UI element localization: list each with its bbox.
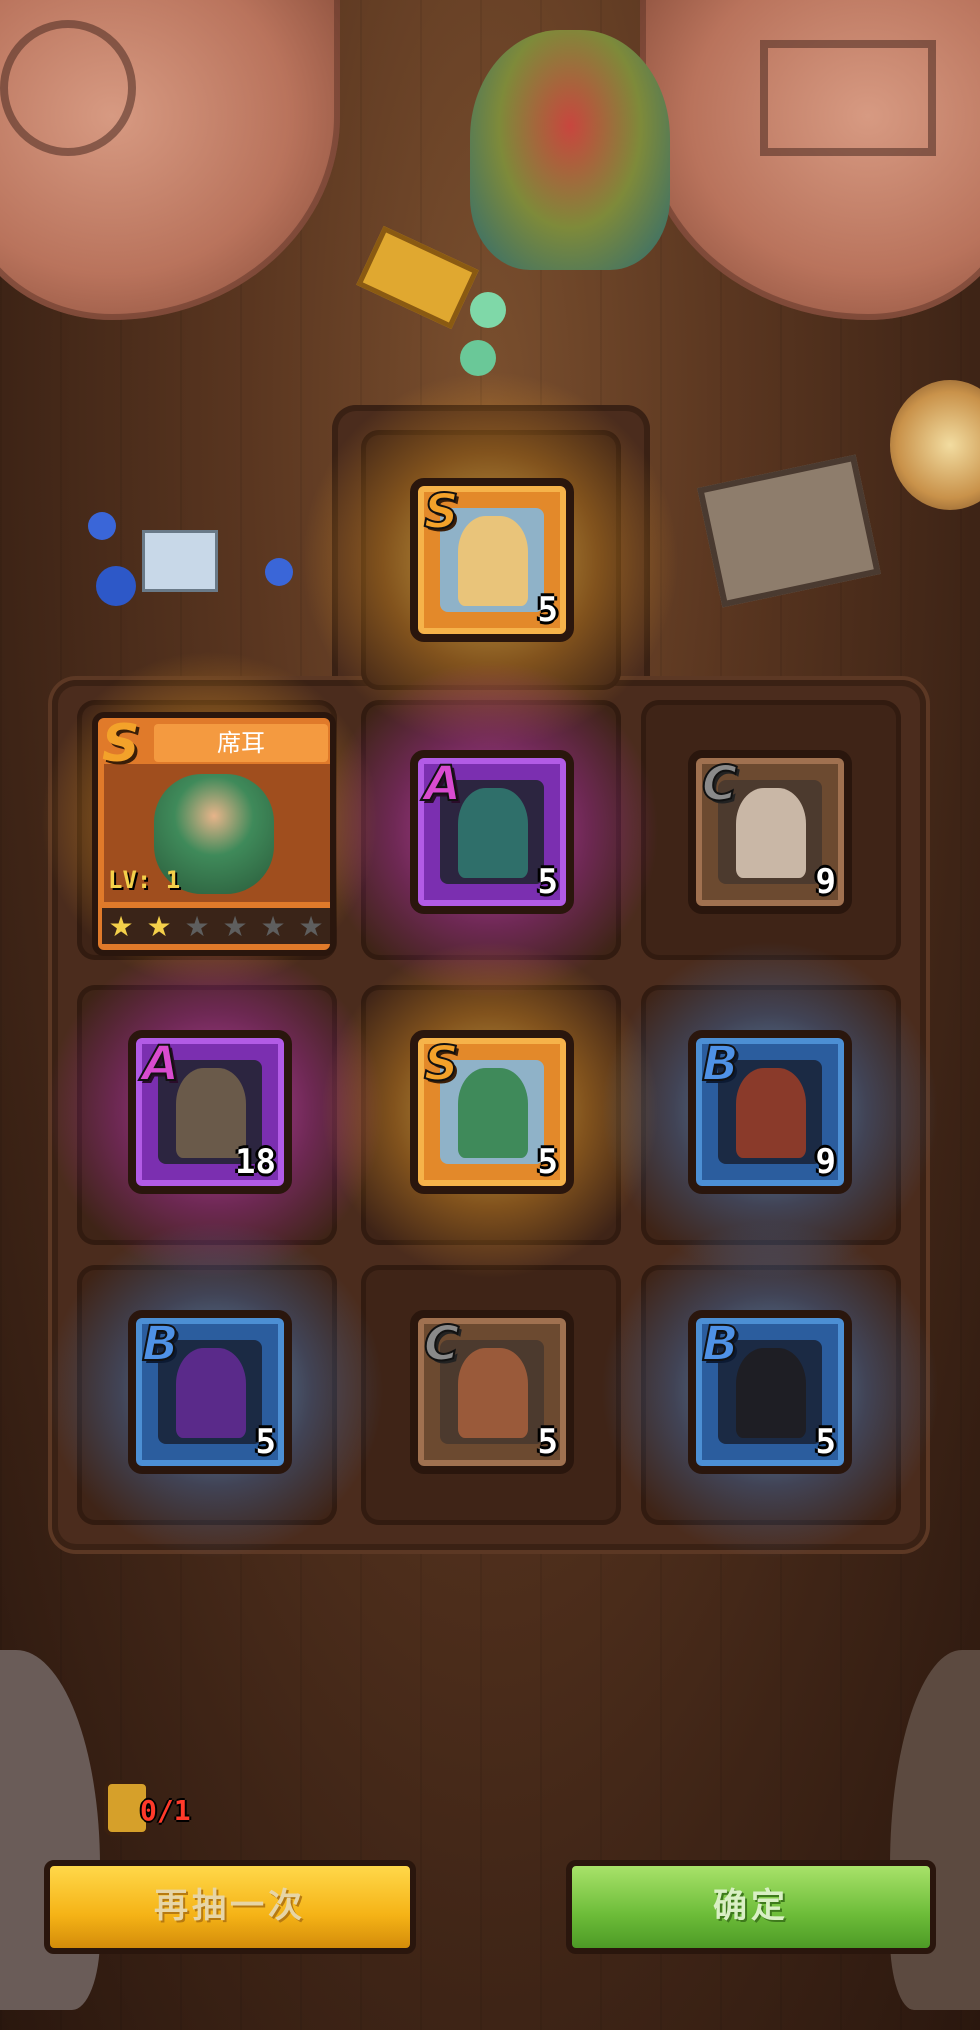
star-filled-icon: ★ — [108, 909, 134, 943]
hero-card-row1-right[interactable]: C 9 — [688, 750, 852, 914]
confirm-button[interactable]: 确定 — [566, 1860, 936, 1954]
tattoo-pattern — [760, 40, 936, 156]
hero-figure — [736, 788, 806, 878]
rank-letter: B — [701, 1036, 740, 1092]
hero-count: 5 — [815, 1422, 836, 1462]
hero-figure — [458, 1068, 528, 1158]
hero-card-row2-right[interactable]: B 9 — [688, 1030, 852, 1194]
hero-count: 5 — [537, 1422, 558, 1462]
rank-letter: C — [701, 756, 738, 812]
hero-card-top[interactable]: S 5 — [410, 478, 574, 642]
silver-ore-icon — [142, 530, 218, 592]
star-empty-icon: ★ — [298, 909, 324, 943]
hero-figure — [736, 1068, 806, 1158]
star-rating: ★ ★ ★ ★ ★ ★ — [102, 908, 330, 944]
rank-letter: A — [423, 756, 462, 812]
blue-gem-icon — [265, 558, 293, 586]
hero-card-row2-mid[interactable]: S 5 — [410, 1030, 574, 1194]
hero-count: 5 — [255, 1422, 276, 1462]
summon-again-button[interactable]: 再抽一次 — [44, 1860, 416, 1954]
hero-figure — [736, 1348, 806, 1438]
rank-letter: S — [102, 714, 140, 774]
hero-card-row1-mid[interactable]: A 5 — [410, 750, 574, 914]
rank-letter: S — [423, 484, 460, 540]
blue-gem-icon — [88, 512, 116, 540]
hero-card-row3-mid[interactable]: C 5 — [410, 1310, 574, 1474]
hero-count: 5 — [537, 590, 558, 630]
rank-letter: C — [423, 1316, 460, 1372]
parrot-icon — [470, 30, 670, 270]
blue-gem-icon — [96, 566, 136, 606]
hero-count: 9 — [815, 862, 836, 902]
hero-count: 5 — [537, 1142, 558, 1182]
hero-card-row3-right[interactable]: B 5 — [688, 1310, 852, 1474]
hero-count: 9 — [815, 1142, 836, 1182]
green-gem-icon — [460, 340, 496, 376]
star-empty-icon: ★ — [260, 909, 286, 943]
green-gem-icon — [470, 292, 506, 328]
hero-count: 18 — [235, 1142, 276, 1182]
hero-level: LV: 1 — [108, 866, 181, 894]
hero-card-row2-left[interactable]: A 18 — [128, 1030, 292, 1194]
star-empty-icon: ★ — [222, 909, 248, 943]
rank-letter: S — [423, 1036, 460, 1092]
summon-ticket-counter: 0/1 — [104, 1780, 214, 1840]
hero-figure — [458, 1348, 528, 1438]
rank-letter: A — [141, 1036, 180, 1092]
hero-name: 席耳 — [154, 724, 328, 762]
hero-figure — [458, 788, 528, 878]
hero-detail-card[interactable]: S 席耳 LV: 1 ★ ★ ★ ★ ★ ★ — [92, 712, 336, 956]
hero-figure — [176, 1348, 246, 1438]
tattoo-circle — [0, 20, 136, 156]
star-filled-icon: ★ — [146, 909, 172, 943]
star-empty-icon: ★ — [184, 909, 210, 943]
rank-letter: B — [141, 1316, 180, 1372]
rank-letter: B — [701, 1316, 740, 1372]
hero-card-row3-left[interactable]: B 5 — [128, 1310, 292, 1474]
hero-figure — [458, 516, 528, 606]
hero-count: 5 — [537, 862, 558, 902]
ticket-count: 0/1 — [140, 1794, 191, 1827]
